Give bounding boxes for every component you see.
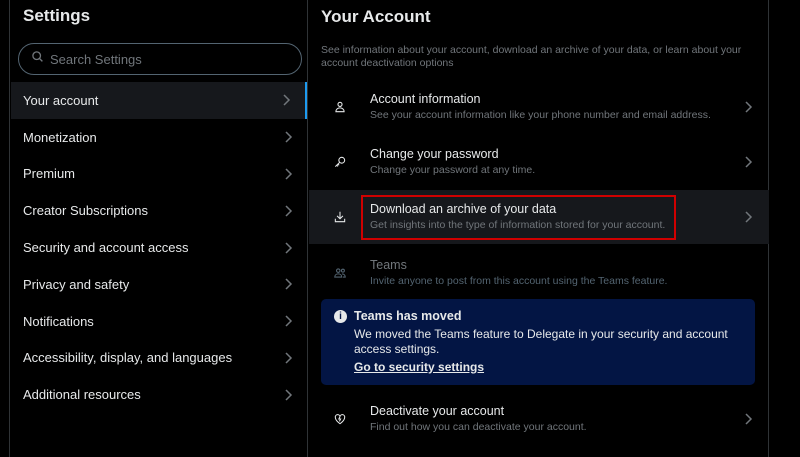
sidebar-item-label: Notifications xyxy=(23,313,94,329)
page-intro: See information about your account, down… xyxy=(321,44,742,69)
chevron-right-icon xyxy=(743,156,753,168)
chevron-right-icon xyxy=(283,278,293,290)
sidebar-item-label: Monetization xyxy=(23,129,97,145)
sidebar-item-label: Premium xyxy=(23,166,76,182)
row-subtitle: Find out how you can deactivate your acc… xyxy=(370,421,587,433)
teams-moved-notice: i Teams has moved We moved the Teams fea… xyxy=(321,299,755,385)
chevron-right-icon xyxy=(743,413,753,425)
security-settings-link[interactable]: Go to security settings xyxy=(354,360,484,374)
sidebar-item-premium[interactable]: Premium xyxy=(11,156,307,193)
row-account-information[interactable]: Account information See your account inf… xyxy=(309,80,769,134)
highlight-box xyxy=(361,195,676,240)
sidebar-item-accessibility[interactable]: Accessibility, display, and languages xyxy=(11,340,307,377)
settings-menu: Your account Monetization Premium Creato… xyxy=(11,82,307,413)
sidebar-item-privacy[interactable]: Privacy and safety xyxy=(11,266,307,303)
page-title: Your Account xyxy=(321,7,431,26)
download-icon xyxy=(333,210,347,224)
row-download-archive[interactable]: Download an archive of your data Get ins… xyxy=(309,190,769,244)
info-icon: i xyxy=(334,310,347,323)
row-deactivate-account[interactable]: Deactivate your account Find out how you… xyxy=(309,392,769,446)
row-title: Deactivate your account xyxy=(370,404,505,418)
sidebar-item-label: Additional resources xyxy=(23,387,141,403)
sidebar-item-your-account[interactable]: Your account xyxy=(11,82,307,119)
sidebar-item-label: Creator Subscriptions xyxy=(23,203,148,219)
chevron-right-icon xyxy=(283,352,293,364)
search-icon xyxy=(31,50,44,68)
chevron-right-icon xyxy=(743,101,753,113)
settings-sidebar: Settings Your account Monetization Premi… xyxy=(0,0,308,457)
sidebar-item-creator-subscriptions[interactable]: Creator Subscriptions xyxy=(11,192,307,229)
row-title: Account information xyxy=(370,92,481,106)
row-subtitle: Change your password at any time. xyxy=(370,164,536,176)
chevron-right-icon xyxy=(281,94,291,106)
people-icon xyxy=(333,266,347,280)
sidebar-item-label: Privacy and safety xyxy=(23,276,130,292)
person-icon xyxy=(333,100,347,114)
row-title: Teams xyxy=(370,258,407,272)
row-subtitle: Invite anyone to post from this account … xyxy=(370,275,668,287)
sidebar-item-label: Accessibility, display, and languages xyxy=(23,350,233,366)
settings-title: Settings xyxy=(23,6,91,25)
chevron-right-icon xyxy=(283,315,293,327)
sidebar-item-monetization[interactable]: Monetization xyxy=(11,119,307,156)
search-input[interactable] xyxy=(50,51,290,67)
row-subtitle: See your account information like your p… xyxy=(370,109,711,121)
chevron-right-icon xyxy=(283,389,293,401)
search-box[interactable] xyxy=(18,43,302,75)
chevron-right-icon xyxy=(283,242,293,254)
key-icon xyxy=(333,155,347,169)
sidebar-item-additional-resources[interactable]: Additional resources xyxy=(11,376,307,413)
sidebar-item-security[interactable]: Security and account access xyxy=(11,229,307,266)
sidebar-item-label: Your account xyxy=(23,92,99,108)
row-teams: Teams Invite anyone to post from this ac… xyxy=(309,246,769,300)
chevron-right-icon xyxy=(283,205,293,217)
chevron-right-icon xyxy=(283,168,293,180)
sidebar-item-notifications[interactable]: Notifications xyxy=(11,303,307,340)
chevron-right-icon xyxy=(743,211,753,223)
sidebar-item-label: Security and account access xyxy=(23,240,189,256)
row-title: Change your password xyxy=(370,147,499,161)
notice-body: We moved the Teams feature to Delegate i… xyxy=(354,327,728,356)
account-panel: Your Account See information about your … xyxy=(309,0,769,457)
chevron-right-icon xyxy=(283,131,293,143)
broken-heart-icon xyxy=(333,412,347,426)
notice-title: Teams has moved xyxy=(354,309,462,323)
row-change-password[interactable]: Change your password Change your passwor… xyxy=(309,135,769,189)
